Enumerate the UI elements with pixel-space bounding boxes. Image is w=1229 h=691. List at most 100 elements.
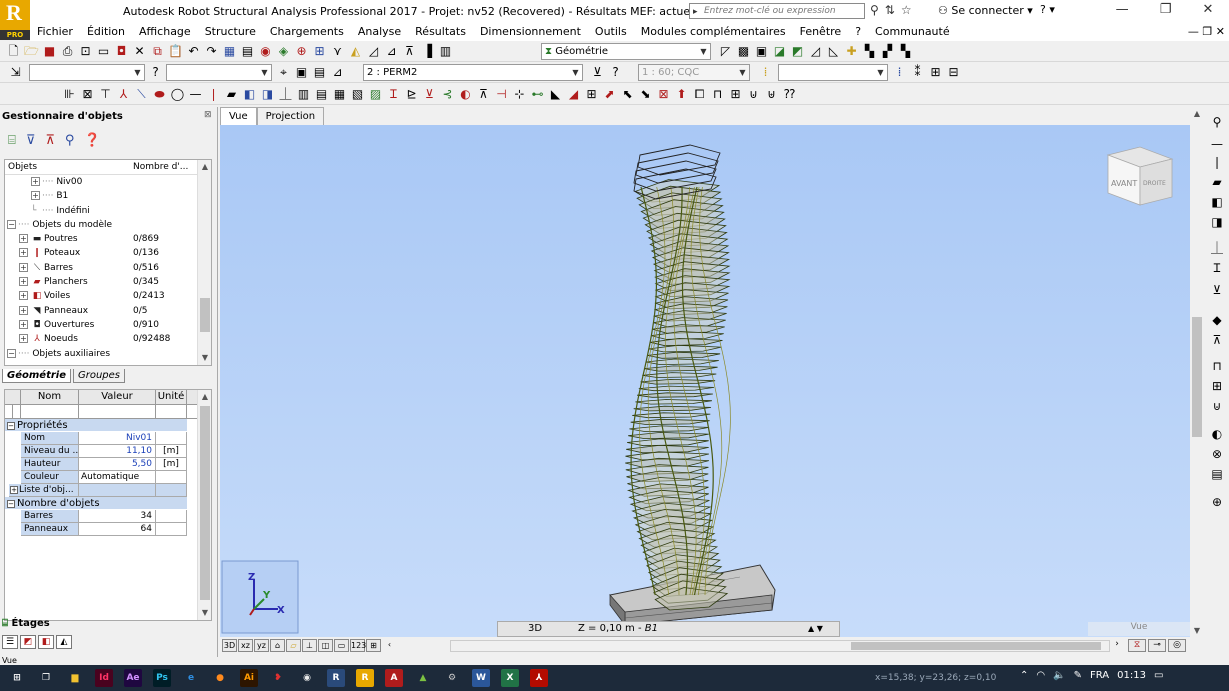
section-view-icon[interactable]: ▣ bbox=[754, 43, 769, 59]
stories-icon[interactable]: ⊓ bbox=[710, 86, 725, 102]
panel-icon[interactable]: ◨ bbox=[1209, 215, 1225, 229]
pan-icon[interactable]: ⊸ bbox=[1148, 639, 1166, 652]
delete-icon[interactable]: ✕ bbox=[132, 43, 147, 59]
pressure-icon[interactable]: ⬊ bbox=[638, 86, 653, 102]
tree-item[interactable]: − ···· Objets du modèle bbox=[5, 218, 211, 232]
explorer-icon[interactable]: ▆ bbox=[66, 669, 84, 687]
nodes-display-icon[interactable]: ◺ bbox=[826, 43, 841, 59]
property-row[interactable]: Hauteur 5,50 [m] bbox=[5, 458, 187, 471]
fe-view-icon[interactable]: ◪ bbox=[772, 43, 787, 59]
tables-icon[interactable]: ▦ bbox=[222, 43, 237, 59]
print-preview-icon[interactable]: ⊡ bbox=[78, 43, 93, 59]
photoshop-icon[interactable]: Ps bbox=[153, 669, 171, 687]
scroll-up-icon[interactable]: ▲ bbox=[198, 160, 211, 174]
story-list-icon[interactable]: ☰ bbox=[2, 635, 18, 649]
results-maps-icon[interactable]: ⊗ bbox=[1209, 447, 1225, 461]
load-table-icon[interactable]: ⬉ bbox=[620, 86, 635, 102]
excel-icon[interactable]: X bbox=[501, 669, 519, 687]
collapse-icon[interactable]: − bbox=[7, 348, 16, 358]
save-icon[interactable]: ■ bbox=[42, 43, 57, 59]
view-layout-icon[interactable]: ▚ bbox=[898, 43, 913, 59]
property-value[interactable]: Niv01 bbox=[79, 432, 156, 445]
component-edit-icon[interactable]: ⁑ bbox=[910, 64, 925, 80]
firefox-icon[interactable]: ● bbox=[211, 669, 229, 687]
node-add-icon[interactable]: ⅄ bbox=[116, 86, 131, 102]
new-file-icon[interactable]: 🗋 bbox=[6, 43, 21, 59]
report-icon[interactable]: ⊕ bbox=[1209, 495, 1225, 509]
illustrator-icon[interactable]: Ai bbox=[240, 669, 258, 687]
model-tree-icon[interactable]: ⊤ bbox=[98, 86, 113, 102]
reinforcement-icon[interactable]: ◩ bbox=[790, 43, 805, 59]
expand-icon[interactable]: + bbox=[19, 248, 28, 258]
stories-tab[interactable]: ⌸ Étages bbox=[2, 618, 50, 629]
scroll-thumb[interactable] bbox=[200, 406, 210, 600]
3d-viewport[interactable]: Z Y X AVANT DROITE bbox=[220, 125, 1190, 637]
redo-icon[interactable]: ↷ bbox=[204, 43, 219, 59]
attach-icon[interactable]: ⌖ bbox=[276, 64, 291, 80]
tree-item[interactable]: + ◥ Panneaux 0/5 bbox=[5, 304, 211, 318]
snap-settings-icon[interactable]: ◐ bbox=[458, 86, 473, 102]
load-combo-icon[interactable]: ⋎ bbox=[330, 43, 345, 59]
mesh-icon[interactable]: ◭ bbox=[348, 43, 363, 59]
sections-icon[interactable]: ▥ bbox=[296, 86, 311, 102]
tree-item[interactable]: + ···· Niv00 bbox=[5, 175, 211, 189]
menu-item-3[interactable]: Structure bbox=[198, 25, 263, 38]
add-icon[interactable]: ✚ bbox=[844, 43, 859, 59]
help-selection-icon[interactable]: ? bbox=[148, 64, 163, 80]
tree-item[interactable]: + ◧ Voiles 0/2413 bbox=[5, 289, 211, 303]
expand-icon[interactable]: + bbox=[31, 191, 40, 201]
slab-add-icon[interactable]: ▰ bbox=[224, 86, 239, 102]
view-3d-label[interactable]: 3D bbox=[528, 622, 542, 636]
expand-icon[interactable]: + bbox=[31, 177, 40, 186]
expand-icon[interactable]: + bbox=[19, 262, 28, 272]
help-case-icon[interactable]: ? bbox=[608, 64, 623, 80]
paste-icon[interactable]: 📋 bbox=[168, 43, 183, 59]
chrome-icon[interactable]: ◉ bbox=[298, 669, 316, 687]
releases-icon[interactable]: ▧ bbox=[350, 86, 365, 102]
view-vertical-scrollbar[interactable]: ▲ ▼ bbox=[1190, 107, 1204, 637]
tab-groups[interactable]: Groupes bbox=[72, 369, 126, 383]
case-selection-combo[interactable]: ▼ bbox=[166, 64, 272, 81]
selection-arrow-icon[interactable]: ⇲ bbox=[8, 64, 23, 80]
view-3d-icon[interactable]: 3D bbox=[222, 639, 237, 652]
manual-combo-icon[interactable]: ◢ bbox=[566, 86, 581, 102]
print-icon[interactable]: ⎙ bbox=[60, 43, 75, 59]
scroll-down-icon[interactable]: ▼ bbox=[1190, 626, 1204, 635]
tree-item[interactable]: + ···· B1 bbox=[5, 189, 211, 203]
filter-icon[interactable]: ▣ bbox=[294, 64, 309, 80]
load-types-icon[interactable]: ⊰ bbox=[440, 86, 455, 102]
property-row[interactable]: Nom Niv01 bbox=[5, 432, 187, 445]
vertical-line-icon[interactable]: ❘ bbox=[1209, 155, 1225, 169]
tree-item[interactable]: + ⟍ Barres 0/516 bbox=[5, 261, 211, 275]
level-layout-icon[interactable]: ▞ bbox=[880, 43, 895, 59]
thickness-icon[interactable]: ▦ bbox=[332, 86, 347, 102]
case-list-icon[interactable]: ⊻ bbox=[590, 64, 605, 80]
contour-icon[interactable]: ◯ bbox=[170, 86, 185, 102]
exchange-icon[interactable]: ⇅ bbox=[885, 3, 895, 17]
section-icon[interactable]: ⊼ bbox=[402, 43, 417, 59]
cladding-icon[interactable]: ⊹ bbox=[512, 86, 527, 102]
collapse-icon[interactable]: − bbox=[7, 219, 16, 229]
report-icon[interactable]: ▤ bbox=[240, 43, 255, 59]
beam-add-icon[interactable]: — bbox=[188, 86, 203, 102]
help-context-icon[interactable]: ⁇ bbox=[782, 86, 797, 102]
modal-icon[interactable]: ⊿ bbox=[384, 43, 399, 59]
moving-load-icon[interactable]: ⊷ bbox=[530, 86, 545, 102]
favorites-star-icon[interactable]: ☆ bbox=[901, 3, 912, 17]
story-icon[interactable]: ⊓ bbox=[1209, 359, 1225, 373]
expand-icon[interactable]: + bbox=[19, 234, 28, 244]
clear-filter-icon[interactable]: ⊼ bbox=[45, 133, 55, 148]
scale-icon[interactable]: ◿ bbox=[808, 43, 823, 59]
menu-item-11[interactable]: ? bbox=[848, 25, 868, 38]
bar-add-icon[interactable]: ⟍ bbox=[134, 86, 149, 102]
definition-icon[interactable]: ⊠ bbox=[80, 86, 95, 102]
mdi-window-controls[interactable]: — ❐ ✕ bbox=[1181, 25, 1229, 38]
filter-icon[interactable]: ⊽ bbox=[26, 133, 36, 148]
panel-add-icon[interactable]: ◨ bbox=[260, 86, 275, 102]
display-grid-icon[interactable]: ⊞ bbox=[366, 639, 381, 652]
property-row[interactable]: Couleur Automatique bbox=[5, 471, 187, 484]
task-view-icon[interactable]: ❐ bbox=[37, 669, 55, 687]
view-yz-icon[interactable]: yz bbox=[254, 639, 269, 652]
close-icon[interactable]: ✕ bbox=[1203, 2, 1214, 17]
floor-add-icon[interactable]: ⬬ bbox=[152, 86, 167, 102]
